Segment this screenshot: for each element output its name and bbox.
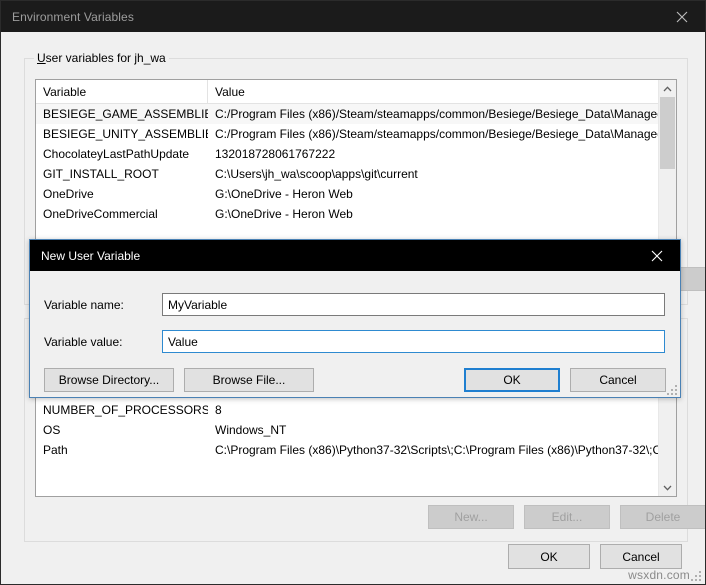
table-row[interactable]: OneDrive G:\OneDrive - Heron Web: [36, 184, 676, 204]
window-title: Environment Variables: [12, 9, 134, 24]
dialog-footer-buttons: OK Cancel: [508, 544, 682, 569]
user-list-header: Variable Value: [36, 80, 676, 104]
cell-value: 132018728061767222: [215, 147, 336, 161]
scroll-thumb[interactable]: [660, 97, 675, 169]
modal-title: New User Variable: [41, 248, 141, 263]
variable-value-input[interactable]: [162, 330, 665, 353]
cancel-button[interactable]: Cancel: [600, 544, 682, 569]
cell-value: G:\OneDrive - Heron Web: [215, 187, 353, 201]
user-list-body: BESIEGE_GAME_ASSEMBLIES C:/Program Files…: [36, 104, 676, 258]
user-list-scrollbar[interactable]: [658, 80, 676, 258]
system-edit-button[interactable]: Edit...: [524, 505, 610, 529]
cell-value: C:/Program Files (x86)/Steam/steamapps/c…: [215, 107, 668, 121]
table-row[interactable]: NUMBER_OF_PROCESSORS 8: [36, 400, 676, 420]
table-row[interactable]: ChocolateyLastPathUpdate 132018728061767…: [36, 144, 676, 164]
table-row[interactable]: Path C:\Program Files (x86)\Python37-32\…: [36, 440, 676, 460]
watermark: wsxdn.com: [628, 568, 690, 582]
cell-value: C:\Program Files (x86)\Python37-32\Scrip…: [215, 443, 675, 457]
variable-name-input[interactable]: [162, 293, 665, 316]
system-variables-actions: New... Edit... Delete: [428, 505, 705, 529]
cell-variable: BESIEGE_UNITY_ASSEMBLIES: [43, 127, 208, 141]
modal-resize-grip-icon[interactable]: [665, 383, 677, 395]
system-new-button[interactable]: New...: [428, 505, 514, 529]
modal-titlebar[interactable]: New User Variable: [30, 240, 680, 271]
scroll-down-icon[interactable]: [659, 479, 676, 496]
table-row[interactable]: OneDriveCommercial G:\OneDrive - Heron W…: [36, 204, 676, 224]
cell-variable: GIT_INSTALL_ROOT: [43, 167, 159, 181]
table-row[interactable]: BESIEGE_GAME_ASSEMBLIES C:/Program Files…: [36, 104, 676, 124]
cell-value: C:\Users\jh_wa\scoop\apps\git\current: [215, 167, 418, 181]
cell-variable: NUMBER_OF_PROCESSORS: [43, 403, 208, 417]
cell-value: 8: [215, 403, 222, 417]
column-header-value[interactable]: Value: [208, 80, 676, 103]
new-user-variable-dialog: New User Variable Variable name: Variabl…: [29, 239, 681, 398]
close-icon[interactable]: [634, 240, 680, 271]
cell-variable: Path: [43, 443, 68, 457]
table-row[interactable]: BESIEGE_UNITY_ASSEMBLIES C:/Program File…: [36, 124, 676, 144]
modal-confirm-buttons: OK Cancel: [464, 368, 666, 392]
table-row[interactable]: GIT_INSTALL_ROOT C:\Users\jh_wa\scoop\ap…: [36, 164, 676, 184]
cell-variable: OneDrive: [43, 187, 94, 201]
browse-directory-button[interactable]: Browse Directory...: [44, 368, 174, 392]
cell-variable: OneDriveCommercial: [43, 207, 158, 221]
resize-grip-icon[interactable]: [689, 569, 701, 581]
column-header-variable[interactable]: Variable: [36, 80, 208, 103]
modal-browse-buttons: Browse Directory... Browse File...: [44, 368, 314, 392]
scroll-up-icon[interactable]: [659, 80, 676, 97]
window-titlebar[interactable]: Environment Variables: [1, 1, 705, 32]
cell-variable: ChocolateyLastPathUpdate: [43, 147, 190, 161]
close-icon[interactable]: [659, 1, 705, 32]
environment-variables-window: Environment Variables User variables for…: [0, 0, 706, 585]
cell-variable: OS: [43, 423, 61, 437]
cell-value: G:\OneDrive - Heron Web: [215, 207, 353, 221]
cell-value: Windows_NT: [215, 423, 287, 437]
browse-file-button[interactable]: Browse File...: [184, 368, 314, 392]
cell-value: C:/Program Files (x86)/Steam/steamapps/c…: [215, 127, 668, 141]
table-row[interactable]: OS Windows_NT: [36, 420, 676, 440]
variable-value-label: Variable value:: [44, 335, 123, 349]
window-client-area: User variables for jh_wa Variable Value …: [2, 32, 705, 583]
modal-ok-button[interactable]: OK: [464, 368, 560, 392]
modal-body: Variable name: Variable value: Browse Di…: [30, 271, 680, 397]
cell-variable: BESIEGE_GAME_ASSEMBLIES: [43, 107, 208, 121]
user-variables-list[interactable]: Variable Value BESIEGE_GAME_ASSEMBLIES C…: [35, 79, 677, 259]
variable-name-label: Variable name:: [44, 298, 124, 312]
ok-button[interactable]: OK: [508, 544, 590, 569]
user-variables-group-label: User variables for jh_wa: [34, 51, 169, 65]
system-delete-button[interactable]: Delete: [620, 505, 705, 529]
modal-cancel-button[interactable]: Cancel: [570, 368, 666, 392]
